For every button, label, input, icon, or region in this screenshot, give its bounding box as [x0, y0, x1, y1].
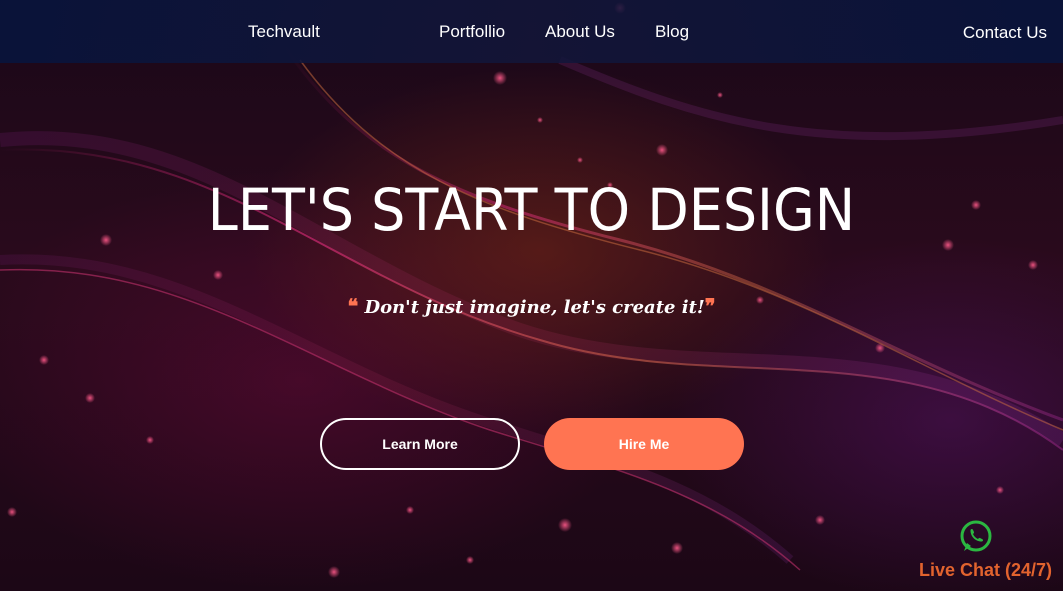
top-navbar: Techvault Portfollio About Us Blog Conta…	[0, 0, 1063, 63]
nav-item-portfolio[interactable]: Portfollio	[439, 22, 505, 42]
learn-more-button[interactable]: Learn More	[320, 418, 520, 470]
hero-tagline: ❝ Don't just imagine, let's create it!❞	[0, 294, 1063, 320]
nav-item-about-us[interactable]: About Us	[545, 22, 615, 42]
quote-close-icon: ❞	[704, 294, 716, 318]
hero-title: LET'S START TO DESIGN	[207, 176, 856, 244]
tagline-text: Don't just imagine, let's create it!	[364, 297, 705, 318]
whatsapp-icon[interactable]	[958, 519, 994, 555]
nav-item-contact-us[interactable]: Contact Us	[963, 23, 1047, 43]
nav-item-blog[interactable]: Blog	[655, 22, 689, 42]
hero-section: Techvault Portfollio About Us Blog Conta…	[0, 0, 1063, 591]
live-chat-label[interactable]: Live Chat (24/7)	[919, 559, 1052, 581]
brand-logo-link[interactable]: Techvault	[248, 22, 320, 42]
quote-open-icon: ❝	[347, 294, 359, 318]
hire-me-button[interactable]: Hire Me	[544, 418, 744, 470]
